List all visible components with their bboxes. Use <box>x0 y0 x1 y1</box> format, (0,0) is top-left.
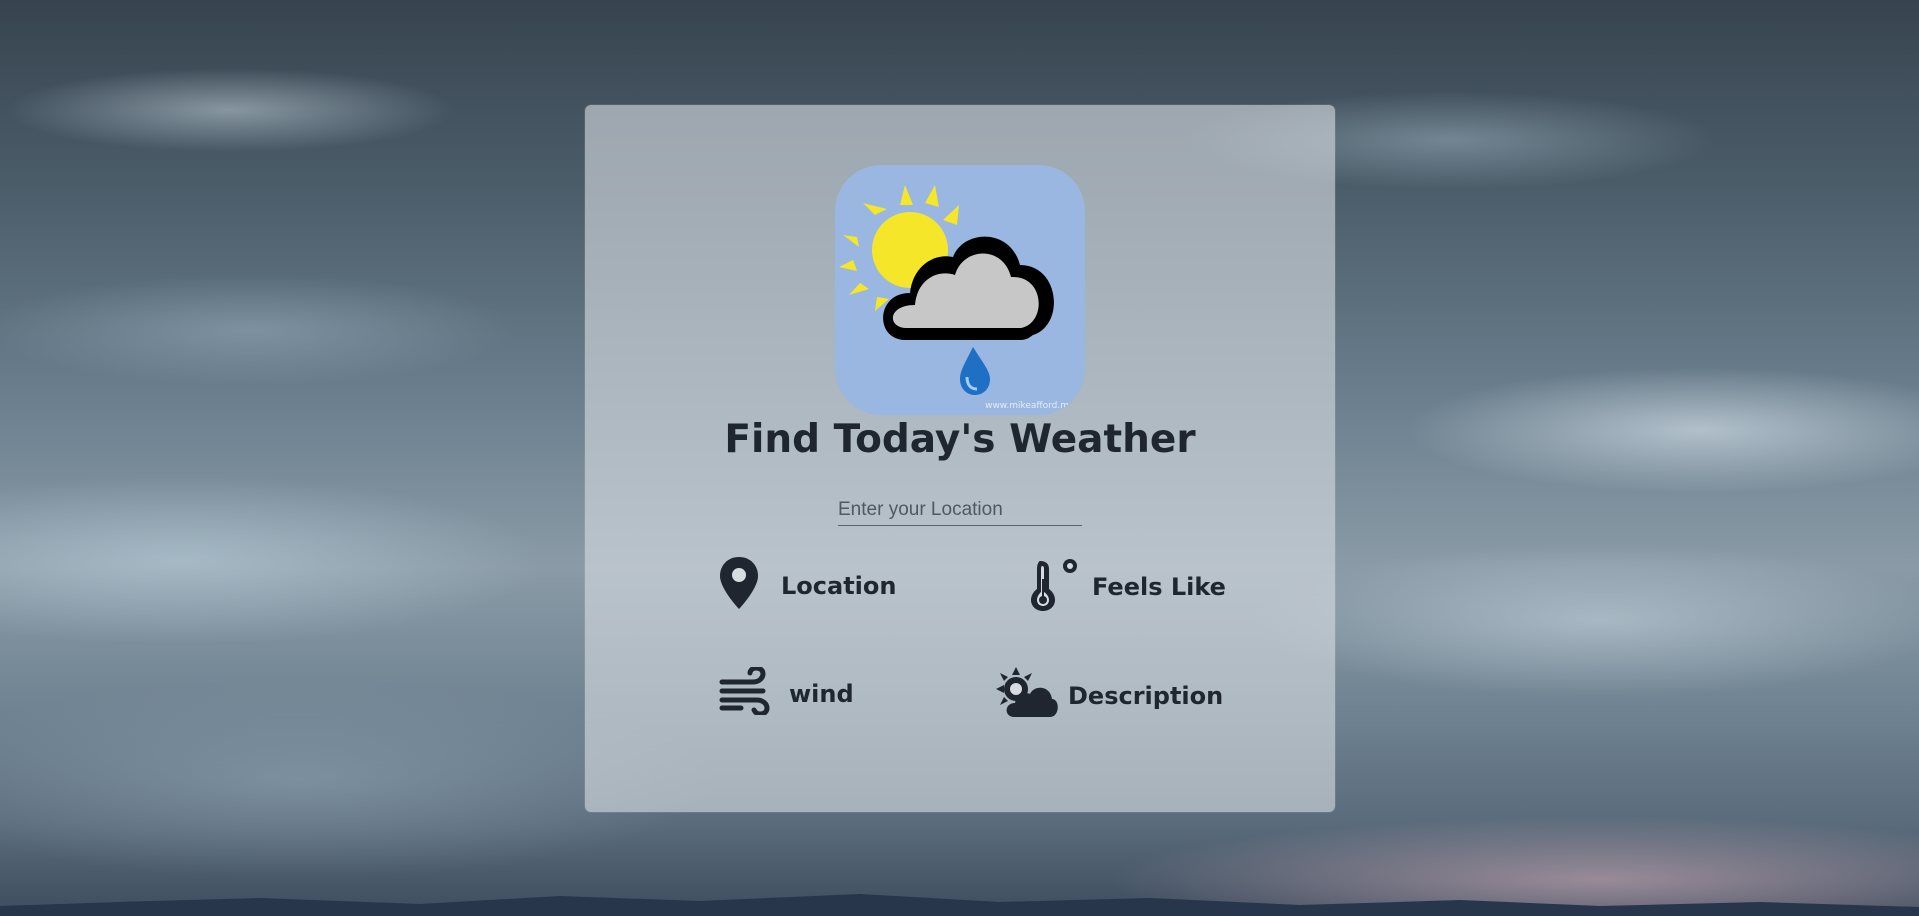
feels-like-info: Feels Like <box>1028 557 1226 617</box>
location-label: Location <box>781 572 897 600</box>
location-info: Location <box>719 557 896 615</box>
weather-card: www.mikeafford.m Find Today's Weather Lo… <box>585 105 1335 812</box>
horizon-hills <box>0 894 1919 916</box>
page-title: Find Today's Weather <box>724 417 1196 462</box>
description-label: Description <box>1068 682 1224 710</box>
wind-icon <box>719 665 771 721</box>
sun-cloud-icon <box>996 667 1060 725</box>
feels-like-label: Feels Like <box>1092 573 1226 601</box>
description-info: Description <box>996 667 1223 725</box>
map-pin-icon <box>719 557 759 615</box>
wind-info: wind <box>719 665 854 721</box>
logo-watermark: www.mikeafford.m <box>985 401 1069 411</box>
thermometer-icon <box>1028 557 1082 617</box>
wind-label: wind <box>789 680 854 708</box>
location-search-input[interactable] <box>838 495 1082 526</box>
weather-sun-cloud-rain-icon <box>839 185 1054 395</box>
weather-logo: www.mikeafford.m <box>835 165 1085 415</box>
cloudy-sky-background: www.mikeafford.m Find Today's Weather Lo… <box>0 0 1919 916</box>
